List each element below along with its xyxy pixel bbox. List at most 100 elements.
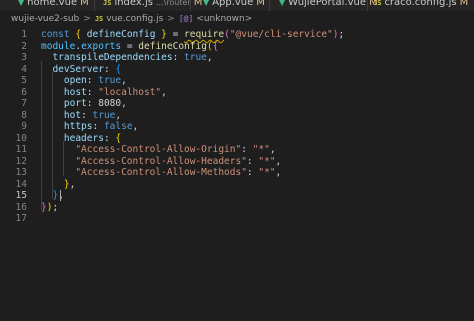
- line-number: 7: [21, 98, 27, 109]
- code-token: "*": [252, 144, 270, 155]
- code-token: true: [92, 109, 116, 121]
- breadcrumb-file[interactable]: vue.config.js: [106, 11, 163, 27]
- line-code: hot: true,: [41, 110, 121, 122]
- line-number: 16: [15, 201, 27, 213]
- line-number: 17: [15, 213, 27, 224]
- code-token: ,: [161, 86, 167, 98]
- code-line[interactable]: 8 hot: true,: [0, 110, 474, 122]
- line-number: 14: [15, 178, 27, 190]
- code-line[interactable]: 9 https: false,: [0, 121, 474, 133]
- code-token: :: [241, 144, 253, 155]
- code-token: ,: [121, 75, 127, 86]
- vue-icon: ▼: [279, 0, 286, 7]
- line-number: 1: [21, 29, 27, 40]
- code-token: port: [63, 98, 87, 109]
- code-token: hot: [63, 109, 82, 121]
- code-token: {: [115, 63, 122, 75]
- code-token: headers: [63, 132, 104, 144]
- code-token: "*": [258, 155, 276, 167]
- line-code: open: true,: [41, 75, 127, 87]
- line-code: port: 8080,: [41, 98, 127, 110]
- code-line[interactable]: 2 module.exports = defineConfig({: [0, 41, 474, 53]
- tab-path: ...\router: [155, 0, 191, 7]
- code-token: defineConfig: [86, 29, 162, 40]
- code-line[interactable]: 1 const { defineConfig } = require("@vue/…: [0, 29, 474, 41]
- code-token: const: [41, 29, 76, 40]
- code-token: :: [103, 132, 116, 144]
- tab-craco-config-js[interactable]: JS craco.config.js M: [373, 0, 468, 10]
- line-number: 15: [15, 190, 27, 201]
- line-number: 11: [15, 144, 27, 155]
- tab-home-vue[interactable]: ▼ home.vue M: [18, 0, 89, 10]
- line-number: 9: [21, 121, 27, 132]
- line-number: 5: [21, 75, 27, 86]
- tab-label: craco.config.js: [384, 0, 457, 8]
- line-code: headers: {: [41, 133, 121, 145]
- line-number: 13: [15, 167, 27, 178]
- code-token: =: [121, 40, 139, 52]
- tab-index-js[interactable]: JS index.js ...\router M: [103, 0, 202, 10]
- code-line[interactable]: 14 },: [0, 179, 474, 191]
- line-number: 6: [21, 86, 27, 98]
- code-token: :: [86, 98, 99, 109]
- vue-icon: ▼: [18, 0, 25, 7]
- code-token: ,: [121, 98, 127, 109]
- chevron-right-icon: >: [167, 14, 175, 24]
- line-code: "Access-Control-Allow-Methods": "*",: [41, 167, 281, 179]
- line-code: https: false,: [41, 121, 138, 133]
- code-line[interactable]: 5 open: true,: [0, 75, 474, 87]
- code-token: ,: [206, 52, 213, 63]
- code-line[interactable]: 17: [0, 213, 474, 225]
- line-number: 2: [21, 40, 27, 52]
- tab-wujieportal-vue[interactable]: ▼ WujiePortal.vue M: [279, 0, 378, 10]
- code-line[interactable]: 12 "Access-Control-Allow-Headers": "*",: [0, 156, 474, 168]
- code-token: ,: [115, 109, 122, 121]
- code-token: module: [41, 40, 76, 52]
- code-token: :: [172, 52, 185, 63]
- tab-divider: [269, 0, 270, 11]
- text-cursor: [60, 190, 61, 201]
- code-token: exports: [81, 40, 122, 52]
- code-token: :: [103, 63, 116, 75]
- code-token: :: [81, 109, 93, 121]
- code-token: defineConfig: [138, 40, 207, 52]
- code-token: :: [86, 75, 99, 86]
- code-token: "Access-Control-Allow-Headers": [75, 155, 247, 167]
- code-line[interactable]: 7 port: 8080,: [0, 98, 474, 110]
- line-code: "Access-Control-Allow-Origin": "*",: [41, 144, 275, 156]
- code-line[interactable]: 3 transpileDependencies: true,: [0, 52, 474, 64]
- code-token: "Access-Control-Allow-Origin": [75, 144, 242, 155]
- code-line[interactable]: 10 headers: {: [0, 133, 474, 145]
- line-code: devServer: {: [41, 64, 121, 76]
- code-token: {: [115, 132, 122, 144]
- tab-divider: [190, 0, 191, 11]
- breadcrumb-symbol[interactable]: <unknown>: [196, 11, 252, 27]
- code-editor[interactable]: 1 const { defineConfig } = require("@vue/…: [0, 26, 474, 321]
- code-token: ,: [69, 178, 76, 190]
- code-line[interactable]: 15 },: [0, 190, 474, 202]
- code-line[interactable]: 11 "Access-Control-Allow-Origin": "*",: [0, 144, 474, 156]
- code-token: ,: [275, 155, 282, 167]
- tab-label: index.js: [114, 0, 153, 8]
- line-code: module.exports = defineConfig({: [41, 41, 218, 53]
- js-icon: JS: [373, 0, 382, 7]
- breadcrumb-folder[interactable]: wujie-vue2-sub: [11, 11, 79, 27]
- code-token: {: [75, 29, 87, 40]
- tab-app-vue[interactable]: ▼ App.vue M: [203, 0, 265, 10]
- code-line[interactable]: 13 "Access-Control-Allow-Methods": "*",: [0, 167, 474, 179]
- code-token: host: [63, 86, 87, 98]
- code-token: ,: [275, 167, 282, 178]
- line-code: });: [41, 202, 58, 214]
- code-token: true: [184, 52, 207, 63]
- line-number: 4: [21, 63, 27, 75]
- code-line[interactable]: 4 devServer: {: [0, 64, 474, 76]
- code-line[interactable]: 16});: [0, 202, 474, 214]
- code-line[interactable]: 6 host: "localhost",: [0, 87, 474, 99]
